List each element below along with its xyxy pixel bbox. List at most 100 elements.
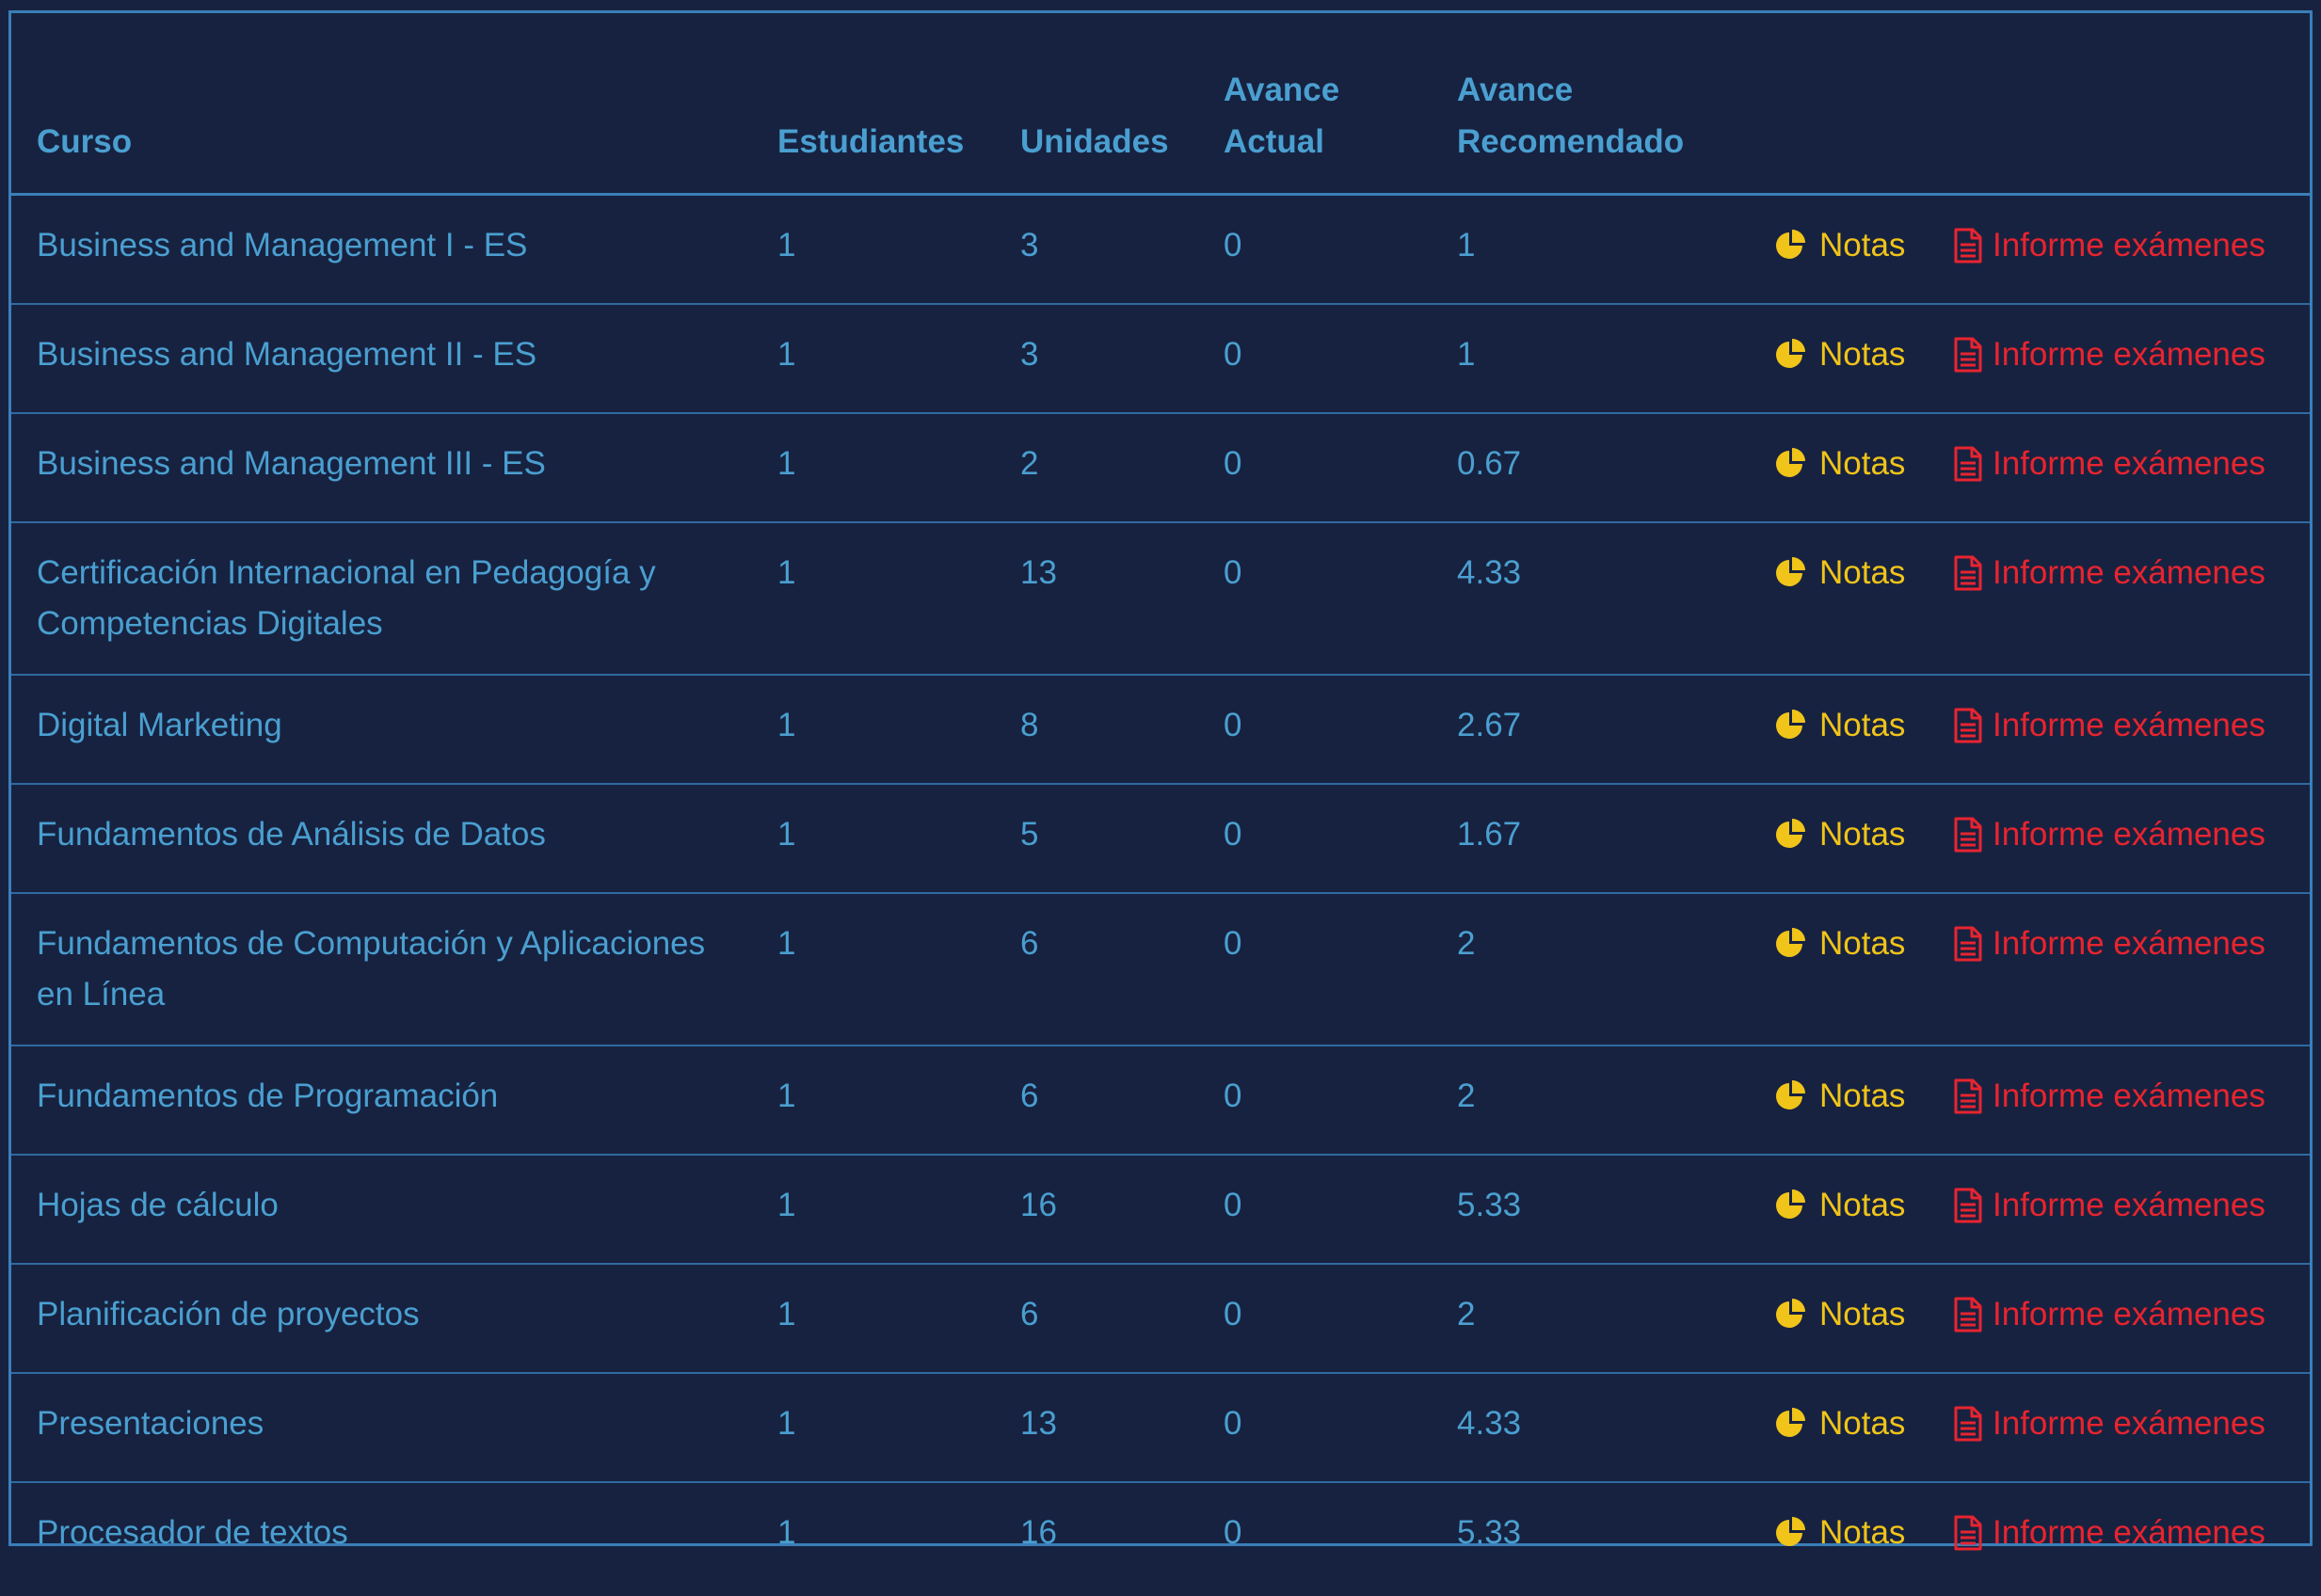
row-recommended: 5.33	[1457, 1514, 1521, 1551]
notes-link[interactable]: Notas	[1774, 1071, 1905, 1122]
row-course: Digital Marketing	[37, 707, 282, 743]
units-cell: 13	[995, 522, 1198, 675]
recommended-progress-cell: 2	[1432, 1264, 1761, 1373]
units-cell: 3	[995, 304, 1198, 413]
notes-cell: Notas	[1761, 304, 1942, 413]
exam-report-link[interactable]: Informe exámenes	[1953, 700, 2265, 751]
current-progress-cell: 0	[1198, 522, 1432, 675]
file-text-icon	[1953, 446, 1983, 482]
notes-label: Notas	[1819, 1508, 1905, 1558]
recommended-progress-cell: 2	[1432, 893, 1761, 1045]
table-row: Procesador de textos 1 16 0 5.33 Notas	[11, 1482, 2310, 1596]
students-cell: 1	[752, 1482, 995, 1596]
row-course: Business and Management I - ES	[37, 227, 527, 263]
table-row: Business and Management III - ES 1 2 0 0…	[11, 413, 2310, 522]
row-course: Fundamentos de Computación y Aplicacione…	[37, 925, 705, 1013]
recommended-progress-cell: 1	[1432, 195, 1761, 305]
exam-report-link[interactable]: Informe exámenes	[1953, 809, 2265, 860]
notes-cell: Notas	[1761, 522, 1942, 675]
row-course: Business and Management III - ES	[37, 445, 546, 482]
notes-label: Notas	[1819, 1398, 1905, 1449]
row-students: 1	[777, 554, 795, 591]
notes-link[interactable]: Notas	[1774, 700, 1905, 751]
pie-chart-icon	[1774, 447, 1808, 481]
students-cell: 1	[752, 1264, 995, 1373]
row-course: Procesador de textos	[37, 1514, 348, 1551]
students-cell: 1	[752, 1373, 995, 1482]
table-row: Fundamentos de Programación 1 6 0 2 Nota…	[11, 1045, 2310, 1155]
table-body: Business and Management I - ES 1 3 0 1 N…	[11, 195, 2310, 1596]
notes-link[interactable]: Notas	[1774, 1398, 1905, 1449]
notes-link[interactable]: Notas	[1774, 1289, 1905, 1340]
row-students: 1	[777, 445, 795, 482]
exam-report-label: Informe exámenes	[1993, 1180, 2265, 1231]
report-cell: Informe exámenes	[1942, 413, 2310, 522]
row-students: 1	[777, 925, 795, 962]
students-cell: 1	[752, 1045, 995, 1155]
notes-cell: Notas	[1761, 675, 1942, 784]
course-name-cell: Business and Management II - ES	[11, 304, 752, 413]
exam-report-link[interactable]: Informe exámenes	[1953, 329, 2265, 380]
exam-report-label: Informe exámenes	[1993, 439, 2265, 489]
header-units: Unidades	[995, 13, 1198, 195]
notes-label: Notas	[1819, 220, 1905, 271]
exam-report-link[interactable]: Informe exámenes	[1953, 1398, 2265, 1449]
row-course: Fundamentos de Programación	[37, 1077, 498, 1114]
course-name-cell: Fundamentos de Análisis de Datos	[11, 784, 752, 893]
students-cell: 1	[752, 893, 995, 1045]
row-students: 1	[777, 1077, 795, 1114]
notes-link[interactable]: Notas	[1774, 548, 1905, 598]
notes-cell: Notas	[1761, 413, 1942, 522]
notes-link[interactable]: Notas	[1774, 439, 1905, 489]
exam-report-link[interactable]: Informe exámenes	[1953, 1508, 2265, 1558]
report-cell: Informe exámenes	[1942, 893, 2310, 1045]
course-name-cell: Business and Management III - ES	[11, 413, 752, 522]
table-row: Certificación Internacional en Pedagogía…	[11, 522, 2310, 675]
current-progress-cell: 0	[1198, 304, 1432, 413]
header-actions-notes	[1761, 13, 1942, 195]
exam-report-link[interactable]: Informe exámenes	[1953, 220, 2265, 271]
row-course: Fundamentos de Análisis de Datos	[37, 816, 546, 853]
row-recommended: 1.67	[1457, 816, 1521, 853]
notes-link[interactable]: Notas	[1774, 220, 1905, 271]
notes-link[interactable]: Notas	[1774, 329, 1905, 380]
row-units: 6	[1020, 1296, 1038, 1333]
file-text-icon	[1953, 555, 1983, 591]
notes-link[interactable]: Notas	[1774, 1180, 1905, 1231]
notes-link[interactable]: Notas	[1774, 809, 1905, 860]
notes-label: Notas	[1819, 700, 1905, 751]
units-cell: 2	[995, 413, 1198, 522]
current-progress-cell: 0	[1198, 1482, 1432, 1596]
row-units: 6	[1020, 1077, 1038, 1114]
exam-report-link[interactable]: Informe exámenes	[1953, 1289, 2265, 1340]
current-progress-cell: 0	[1198, 413, 1432, 522]
row-units: 3	[1020, 227, 1038, 263]
pie-chart-icon	[1774, 1516, 1808, 1550]
notes-cell: Notas	[1761, 1045, 1942, 1155]
recommended-progress-cell: 5.33	[1432, 1482, 1761, 1596]
row-recommended: 2	[1457, 1077, 1475, 1114]
file-text-icon	[1953, 926, 1983, 962]
row-units: 2	[1020, 445, 1038, 482]
exam-report-link[interactable]: Informe exámenes	[1953, 1180, 2265, 1231]
row-course: Certificación Internacional en Pedagogía…	[37, 554, 656, 642]
row-current: 0	[1224, 1187, 1241, 1223]
row-current: 0	[1224, 227, 1241, 263]
file-text-icon	[1953, 1297, 1983, 1333]
current-progress-cell: 0	[1198, 1373, 1432, 1482]
current-progress-cell: 0	[1198, 784, 1432, 893]
row-course: Planificación de proyectos	[37, 1296, 420, 1333]
exam-report-link[interactable]: Informe exámenes	[1953, 1071, 2265, 1122]
row-recommended: 0.67	[1457, 445, 1521, 482]
recommended-progress-cell: 1.67	[1432, 784, 1761, 893]
notes-link[interactable]: Notas	[1774, 1508, 1905, 1558]
notes-link[interactable]: Notas	[1774, 918, 1905, 969]
exam-report-link[interactable]: Informe exámenes	[1953, 918, 2265, 969]
exam-report-label: Informe exámenes	[1993, 1508, 2265, 1558]
report-cell: Informe exámenes	[1942, 195, 2310, 305]
row-units: 8	[1020, 707, 1038, 743]
exam-report-link[interactable]: Informe exámenes	[1953, 548, 2265, 598]
exam-report-link[interactable]: Informe exámenes	[1953, 439, 2265, 489]
recommended-progress-cell: 2	[1432, 1045, 1761, 1155]
file-text-icon	[1953, 1188, 1983, 1223]
